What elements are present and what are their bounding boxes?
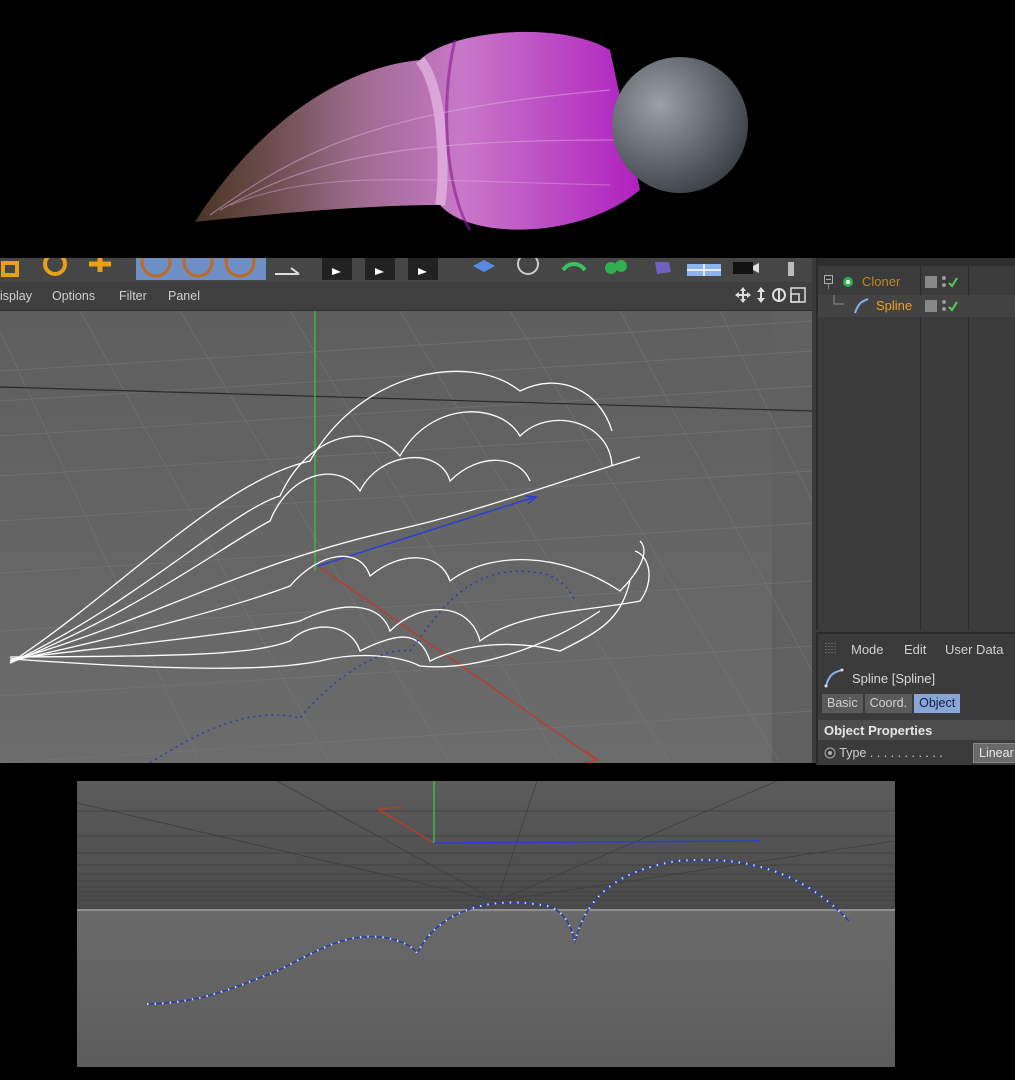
grip-icon	[825, 643, 836, 655]
spline-visibility-icon[interactable]	[925, 299, 965, 315]
primitive-cube-icon[interactable]	[468, 258, 500, 280]
zoom-icon[interactable]	[754, 287, 768, 303]
radio-icon[interactable]	[824, 747, 836, 759]
sphere	[612, 57, 748, 193]
menu-edit[interactable]: Edit	[904, 642, 926, 657]
cinema4d-window: isplay Options Filter Panel Cloner Splin…	[0, 258, 1015, 765]
render-settings-icon[interactable]	[408, 258, 438, 280]
menu-options[interactable]: Options	[52, 289, 95, 303]
axis-lock-group[interactable]	[136, 258, 266, 280]
main-toolbar	[0, 258, 812, 283]
mograph-cloner-icon[interactable]	[598, 258, 634, 280]
camera-icon[interactable]	[728, 258, 762, 280]
perspective-viewport[interactable]	[0, 311, 812, 763]
viewport-navigation	[735, 287, 806, 303]
viewport-menubar: isplay Options Filter Panel	[0, 282, 812, 311]
menu-display[interactable]: isplay	[0, 289, 32, 303]
menu-filter[interactable]: Filter	[119, 289, 147, 303]
cloner-visibility-icon[interactable]	[925, 275, 965, 291]
object-row-spline[interactable]: Spline	[818, 295, 1015, 317]
type-label: Type . . . . . . . . . . .	[824, 746, 943, 760]
spline-icon	[854, 298, 869, 314]
section-title: Object Properties	[824, 723, 933, 738]
tab-object[interactable]: Object	[914, 694, 961, 713]
menu-mode[interactable]: Mode	[851, 642, 884, 657]
tree-expand-icon[interactable]	[824, 275, 836, 289]
floor-icon[interactable]	[684, 258, 724, 280]
object-properties-header: Object Properties	[818, 720, 1015, 740]
object-name-cloner[interactable]: Cloner	[862, 274, 900, 289]
coordinate-system-icon[interactable]	[270, 258, 306, 280]
pan-icon[interactable]	[735, 287, 751, 303]
rotate-icon[interactable]	[38, 258, 72, 280]
object-row-cloner[interactable]: Cloner	[818, 271, 1015, 293]
generator-icon[interactable]	[556, 258, 592, 280]
attribute-title-text: Spline [Spline]	[852, 670, 936, 686]
orbit-icon[interactable]	[771, 287, 787, 303]
menu-user-data[interactable]: User Data	[945, 642, 1004, 657]
render-preview	[0, 0, 1015, 260]
side-viewport[interactable]	[77, 781, 895, 1067]
light-icon[interactable]	[776, 258, 806, 280]
attribute-manager: Mode Edit User Data Spline [Spline] Basi…	[816, 632, 1015, 765]
cloner-icon	[843, 277, 853, 287]
attribute-menubar: Mode Edit User Data	[818, 634, 1015, 662]
attribute-tabs: Basic Coord. Object	[822, 694, 961, 713]
attribute-title: Spline [Spline]	[824, 668, 935, 688]
object-manager: Cloner Spline	[816, 258, 1015, 630]
deformer-icon[interactable]	[648, 258, 678, 280]
render-picture-viewer-icon[interactable]	[365, 258, 395, 280]
spline-pen-icon[interactable]	[510, 258, 546, 280]
move-icon[interactable]	[82, 258, 118, 280]
object-manager-header	[818, 258, 1015, 266]
tab-coord[interactable]: Coord.	[864, 694, 913, 713]
render-view-icon[interactable]	[322, 258, 352, 280]
maximize-view-icon[interactable]	[790, 287, 806, 303]
object-name-spline[interactable]: Spline	[876, 298, 912, 313]
tab-basic[interactable]: Basic	[822, 694, 863, 713]
type-dropdown[interactable]: Linear	[973, 743, 1015, 763]
spline-icon	[824, 668, 844, 688]
menu-panel[interactable]: Panel	[168, 289, 200, 303]
cube-tool-icon[interactable]	[0, 258, 24, 280]
